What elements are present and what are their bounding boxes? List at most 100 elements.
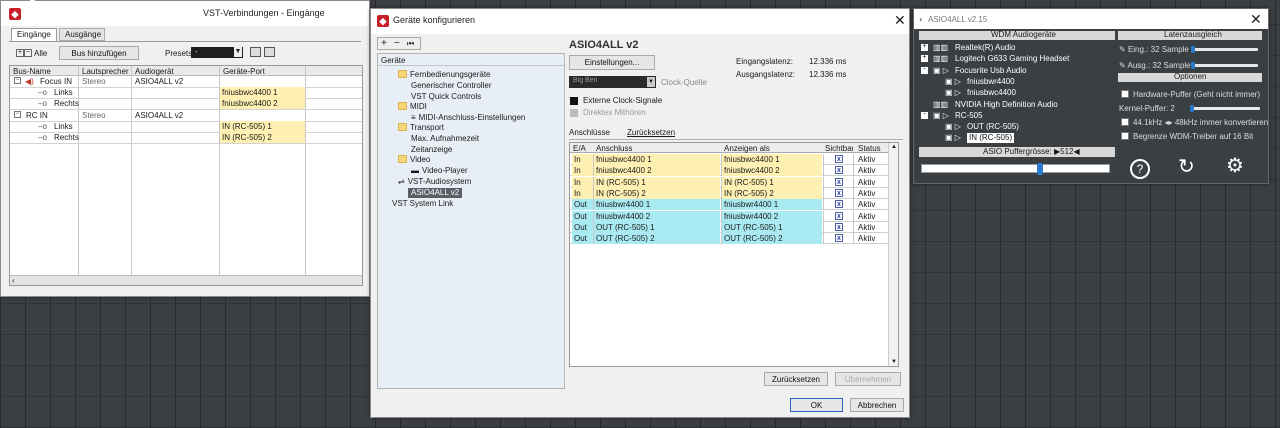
delete-preset-icon[interactable] <box>264 47 275 57</box>
port-cell-port[interactable]: OUT (RC-505) 1 <box>594 221 720 233</box>
port-cell-io[interactable]: In <box>572 187 594 199</box>
wdm-device-item[interactable]: - ▣ ▷ Focusrite Usb Audio <box>919 66 1115 76</box>
settings-button[interactable]: Einstellungen... <box>569 55 655 70</box>
cancel-button[interactable]: Abbrechen <box>850 398 904 412</box>
table-row[interactable]: RC IN <box>26 110 48 121</box>
expand-toggle-icon[interactable]: - <box>921 111 928 119</box>
kernel-buffer-slider[interactable] <box>1190 107 1260 110</box>
port-cell-status[interactable]: Aktiv <box>856 165 888 176</box>
port-cell-status[interactable]: Aktiv <box>856 188 888 199</box>
visible-checkbox[interactable]: x <box>835 222 843 231</box>
gear-icon[interactable]: ⚙ <box>1226 156 1244 176</box>
expand-all-icon[interactable]: + <box>16 49 24 57</box>
visible-checkbox[interactable]: x <box>835 200 843 209</box>
visible-checkbox[interactable]: x <box>835 155 843 163</box>
wdm-device-item[interactable]: ▣ ▷ fniusbwc4400 <box>919 88 1115 98</box>
port-cell-status[interactable]: Aktiv <box>856 222 888 233</box>
tree-item-generic-controller[interactable]: Generischer Controller <box>411 81 491 91</box>
port-cell-display[interactable]: OUT (RC-505) 2 <box>722 233 822 245</box>
tree-item-fernbedienung[interactable]: Fernbedienungsgeräte <box>398 70 491 80</box>
port-row[interactable]: In fniusbwc4400 2 fniusbwc4400 2 Aktiv x <box>570 165 888 177</box>
port-cell-port[interactable]: fniusbwc4400 2 <box>594 165 720 177</box>
add-icon[interactable]: + <box>381 38 387 49</box>
clock-source-dropdown[interactable]: Big Ben ▼ <box>569 76 656 88</box>
port-cell-display[interactable]: fniusbwc4400 2 <box>722 165 822 177</box>
table-row[interactable]: Links <box>54 121 73 132</box>
port-row[interactable]: Out OUT (RC-505) 1 OUT (RC-505) 1 Aktiv x <box>570 221 888 233</box>
expand-toggle-icon[interactable]: + <box>921 43 928 51</box>
convert-checkbox[interactable] <box>1121 118 1129 126</box>
wdm-device-item[interactable]: ▣ ▷ fniusbwr4400 <box>919 77 1115 87</box>
port-row[interactable]: Out fniusbwr4400 1 fniusbwr4400 1 Aktiv x <box>570 199 888 211</box>
visible-checkbox[interactable]: x <box>835 211 843 220</box>
expand-toggle-icon[interactable]: + <box>921 54 928 63</box>
port-row[interactable]: In fniusbwc4400 1 fniusbwc4400 1 Aktiv x <box>570 154 888 165</box>
tree-toggle-icon[interactable]: − <box>14 77 21 84</box>
visible-checkbox[interactable]: x <box>835 188 843 197</box>
port-cell-display[interactable]: fniusbwr4400 2 <box>722 210 822 222</box>
wdm-device-item[interactable]: ▥▥ NVIDIA High Definition Audio <box>919 100 1115 110</box>
external-clock-checkbox[interactable] <box>570 97 578 105</box>
add-bus-button[interactable]: Bus hinzufügen <box>59 46 139 60</box>
port-row[interactable]: Out fniusbwr4400 2 fniusbwr4400 2 Aktiv x <box>570 210 888 222</box>
visible-checkbox[interactable]: x <box>835 177 843 186</box>
presets-dropdown[interactable]: ▼ - <box>191 47 243 58</box>
collapse-all-icon[interactable]: − <box>24 49 32 57</box>
port-cell-io[interactable]: Out <box>572 233 594 245</box>
port-cell-status[interactable]: Aktiv <box>856 177 888 188</box>
visible-checkbox[interactable]: x <box>835 166 843 175</box>
output-latency-slider[interactable] <box>1192 64 1258 67</box>
port-cell-status[interactable]: Aktiv <box>856 154 888 165</box>
tree-item-video[interactable]: Video <box>398 155 430 165</box>
close-icon[interactable]: ✕ <box>1250 12 1262 26</box>
help-globe-icon[interactable]: ? <box>1130 159 1150 179</box>
tree-item-midi[interactable]: MIDI <box>398 102 427 112</box>
horizontal-scrollbar[interactable]: ‹ <box>10 275 362 285</box>
port-cell-port[interactable]: IN (RC-505) 1 <box>594 176 720 188</box>
port-cell-port[interactable]: OUT (RC-505) 2 <box>594 233 720 245</box>
tab-ausgaenge[interactable]: Ausgänge <box>59 28 105 41</box>
reset-button[interactable]: Zurücksetzen <box>764 372 828 386</box>
port-cell-display[interactable]: IN (RC-505) 1 <box>722 176 822 188</box>
wdm-device-item[interactable]: - ▣ ▷ RC-505 <box>919 111 1115 121</box>
port-row[interactable]: In IN (RC-505) 2 IN (RC-505) 2 Aktiv x <box>570 187 888 199</box>
port-cell-status[interactable]: Aktiv <box>856 211 888 222</box>
tree-item-transport[interactable]: Transport <box>398 123 444 133</box>
save-preset-icon[interactable] <box>250 47 261 57</box>
tree-item-vst-quick-controls[interactable]: VST Quick Controls <box>411 92 481 102</box>
reset-icon[interactable]: ↻ <box>1178 157 1195 177</box>
port-cell-io[interactable]: Out <box>572 199 594 211</box>
apply-button[interactable]: Übernehmen <box>835 372 901 386</box>
expand-toggle-icon[interactable]: - <box>921 66 928 74</box>
port-cell-port[interactable]: fniusbwc4400 1 <box>594 154 720 165</box>
buffer-size-knob[interactable] <box>1037 163 1043 175</box>
port-cell-io[interactable]: In <box>572 176 594 188</box>
hw-buffer-checkbox[interactable] <box>1121 90 1129 98</box>
tree-item-vst-audiosystem[interactable]: ⇌ VST-Audiosystem <box>398 177 471 187</box>
wdm-device-item[interactable]: ▣ ▷ IN (RC-505) <box>919 133 1115 144</box>
port-cell-io[interactable]: Out <box>572 221 594 233</box>
port-row[interactable]: In IN (RC-505) 1 IN (RC-505) 1 Aktiv x <box>570 176 888 188</box>
remove-icon[interactable]: − <box>394 38 400 49</box>
reset-device-icon[interactable]: ⏮ <box>407 38 414 49</box>
port-cell-display[interactable]: OUT (RC-505) 1 <box>722 221 822 233</box>
tree-toggle-icon[interactable]: − <box>14 111 21 118</box>
table-row[interactable]: Rechts <box>54 132 79 143</box>
port-cell-status[interactable]: Aktiv <box>856 233 888 244</box>
scroll-up-icon[interactable]: ▲ <box>891 144 897 150</box>
port-cell-port[interactable]: IN (RC-505) 2 <box>594 187 720 199</box>
tab-eingaenge[interactable]: Eingänge <box>11 28 57 41</box>
table-row[interactable]: Rechts <box>54 98 79 109</box>
direct-monitoring-checkbox[interactable] <box>570 109 578 117</box>
tree-item-video-player[interactable]: ▬ Video-Player <box>411 166 468 176</box>
ok-button[interactable]: OK <box>790 398 843 412</box>
limit-16bit-checkbox[interactable] <box>1121 132 1129 140</box>
visible-checkbox[interactable]: x <box>835 234 843 243</box>
tree-item-asio4all-selected[interactable]: ASIO4ALL v2 <box>408 188 463 198</box>
tree-item-time-display[interactable]: Zeitanzeige <box>411 145 452 155</box>
port-cell-display[interactable]: fniusbwc4400 1 <box>722 154 822 165</box>
wdm-device-item[interactable]: + ▥▥ Logitech G633 Gaming Headset <box>919 54 1115 64</box>
tree-item-midi-port-settings[interactable]: ≡ MIDI-Anschluss-Einstellungen <box>411 113 525 123</box>
wdm-device-item[interactable]: ▣ ▷ OUT (RC-505) <box>919 122 1115 132</box>
vertical-scrollbar[interactable]: ▲ ▼ <box>888 143 898 366</box>
